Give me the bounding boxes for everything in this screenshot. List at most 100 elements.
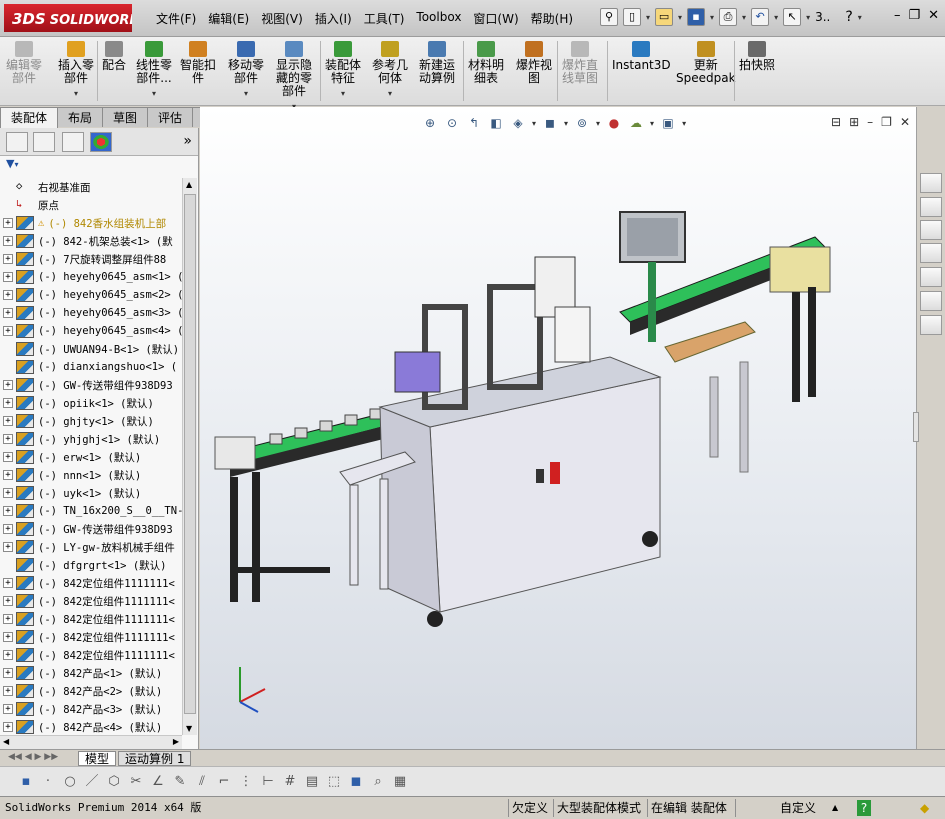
command-mate[interactable]: 配合 bbox=[102, 41, 126, 72]
print-icon[interactable]: ⎙ bbox=[719, 8, 738, 26]
expand-toggle-icon[interactable]: + bbox=[3, 506, 13, 516]
help-button[interactable]: ? bbox=[845, 9, 852, 25]
chevron-down-icon[interactable]: ▾ bbox=[372, 87, 408, 100]
command-tab[interactable]: 装配体 bbox=[0, 107, 59, 128]
pin-icon[interactable]: ⚲ bbox=[600, 8, 618, 26]
command-smart-fastener[interactable]: 智能扣 件 bbox=[180, 41, 216, 85]
tree-item[interactable]: + (-) 842定位组件1111111< bbox=[0, 646, 182, 664]
tree-item[interactable]: + (-) GW-传送带组件938D93 bbox=[0, 376, 182, 394]
tab-model[interactable]: 模型 bbox=[78, 751, 117, 766]
scroll-left-icon[interactable]: ◀ bbox=[3, 737, 9, 746]
expand-toggle-icon[interactable]: + bbox=[3, 686, 13, 696]
command-edit-component[interactable]: 编辑零 部件 bbox=[6, 41, 42, 85]
tree-item[interactable]: + (-) LY-gw-放料机械手组件 bbox=[0, 538, 182, 556]
property-manager-tab-icon[interactable] bbox=[33, 132, 55, 152]
undo-icon[interactable]: ↶ bbox=[751, 8, 770, 26]
trim-icon[interactable]: ✂ bbox=[128, 774, 144, 790]
cabinet-door-handle[interactable] bbox=[550, 462, 560, 484]
tree-item[interactable]: + (-) ghjty<1> (默认) bbox=[0, 412, 182, 430]
menu-item[interactable]: 插入(I) bbox=[309, 10, 358, 27]
tree-item[interactable]: + (-) erw<1> (默认) bbox=[0, 448, 182, 466]
offset-icon[interactable]: ⫽ bbox=[194, 774, 210, 790]
tree-item[interactable]: + (-) 7尺旋转调整屏组件88 bbox=[0, 250, 182, 268]
expand-toggle-icon[interactable]: + bbox=[3, 704, 13, 714]
expand-toggle-icon[interactable]: + bbox=[3, 668, 13, 678]
graphics-area[interactable]: ⊕ ⊙ ↰ ◧ ◈ ▾ ◼ ▾ ⊚ ▾ ● ☁ ▾ ▣ ▾ ⊟ ⊞ – ❐ ✕ bbox=[200, 107, 916, 749]
display-manager-tab-icon[interactable] bbox=[90, 132, 112, 152]
mirror-icon[interactable]: ⋮ bbox=[238, 774, 254, 790]
tree-item[interactable]: + (-) 842定位组件1111111< bbox=[0, 574, 182, 592]
chevron-down-icon[interactable]: ▾ bbox=[742, 13, 746, 22]
large-assembly-mode[interactable]: 大型装配体模式 bbox=[557, 799, 641, 817]
tree-item[interactable]: + (-) uyk<1> (默认) bbox=[0, 484, 182, 502]
chevron-down-icon[interactable]: ▾ bbox=[806, 13, 810, 22]
expand-toggle-icon[interactable]: + bbox=[3, 218, 13, 228]
tree-item[interactable]: + (-) opiik<1> (默认) bbox=[0, 394, 182, 412]
expand-toggle-icon[interactable]: + bbox=[3, 722, 13, 732]
pattern-icon[interactable]: ▤ bbox=[304, 774, 320, 790]
chevron-down-icon[interactable]: ▾ bbox=[325, 87, 361, 100]
tree-item[interactable]: + (-) 842定位组件1111111< bbox=[0, 592, 182, 610]
tree-item[interactable]: + (-) 842产品<4> (默认) bbox=[0, 718, 182, 735]
expand-panel-icon[interactable]: » bbox=[183, 133, 192, 149]
command-tab[interactable]: 评估 bbox=[147, 107, 194, 127]
restore-icon[interactable]: ❐ bbox=[908, 8, 920, 23]
menu-item[interactable]: 帮助(H) bbox=[525, 10, 579, 27]
tree-item[interactable]: + (-) nnn<1> (默认) bbox=[0, 466, 182, 484]
expand-toggle-icon[interactable]: + bbox=[3, 578, 13, 588]
expand-toggle-icon[interactable]: + bbox=[3, 236, 13, 246]
menu-item[interactable]: Toolbox bbox=[410, 10, 467, 27]
tab-scroll-icon[interactable]: ◀◀ ◀ ▶ ▶▶ bbox=[8, 752, 58, 762]
tree-item[interactable]: + (-) heyehy0645_asm<4> ( bbox=[0, 322, 182, 340]
tree-item[interactable]: + ⚠ (-) 842香水组装机上部 bbox=[0, 214, 182, 232]
solidworks-resources-icon[interactable] bbox=[920, 173, 942, 193]
tree-vertical-scrollbar[interactable]: ▲ ▼ bbox=[182, 178, 197, 735]
line-icon[interactable]: ／ bbox=[84, 774, 100, 790]
appearances-icon[interactable] bbox=[920, 291, 942, 311]
panel-splitter[interactable] bbox=[913, 412, 919, 442]
expand-toggle-icon[interactable]: + bbox=[3, 524, 13, 534]
scroll-thumb[interactable] bbox=[184, 194, 196, 714]
grid-icon[interactable]: # bbox=[282, 774, 298, 790]
solidworks-logo[interactable]: 3DSSOLIDWORKS bbox=[4, 4, 132, 32]
expand-toggle-icon[interactable]: + bbox=[3, 488, 13, 498]
chevron-up-icon[interactable]: ▲ bbox=[832, 799, 838, 817]
cube-wireframe-icon[interactable]: ⬚ bbox=[326, 774, 342, 790]
expand-toggle-icon[interactable]: + bbox=[3, 542, 13, 552]
units-selector[interactable]: 自定义 bbox=[780, 799, 816, 817]
command-show-hidden[interactable]: 显示隐 藏的零 部件▾ bbox=[276, 41, 312, 113]
expand-toggle-icon[interactable]: + bbox=[3, 416, 13, 426]
tree-item[interactable]: + (-) 842-机架总装<1> (默 bbox=[0, 232, 182, 250]
tree-item[interactable]: + (-) 842产品<1> (默认) bbox=[0, 664, 182, 682]
tree-item[interactable]: (-) UWUAN94-B<1> (默认) bbox=[0, 340, 182, 358]
tree-item[interactable]: + (-) 842定位组件1111111< bbox=[0, 610, 182, 628]
command-tab[interactable]: 草图 bbox=[102, 107, 149, 127]
tree-item[interactable]: (-) dfgrgrt<1> (默认) bbox=[0, 556, 182, 574]
tree-item[interactable]: + (-) heyehy0645_asm<1> ( bbox=[0, 268, 182, 286]
tag-icon[interactable]: ◆ bbox=[920, 799, 929, 817]
chevron-down-icon[interactable]: ▾ bbox=[136, 87, 172, 100]
tree-item[interactable]: + (-) 842产品<3> (默认) bbox=[0, 700, 182, 718]
expand-toggle-icon[interactable]: + bbox=[3, 254, 13, 264]
menu-item[interactable]: 工具(T) bbox=[358, 10, 411, 27]
chevron-down-icon[interactable]: ▾ bbox=[678, 13, 682, 22]
tree-item[interactable]: + (-) heyehy0645_asm<3> ( bbox=[0, 304, 182, 322]
command-explode-line[interactable]: 爆炸直 线草图 bbox=[562, 41, 598, 85]
point-icon[interactable]: · bbox=[40, 774, 56, 790]
tree-item[interactable]: + (-) yhjghj<1> (默认) bbox=[0, 430, 182, 448]
tree-item[interactable]: + (-) GW-传送带组件938D93 bbox=[0, 520, 182, 538]
tree-item[interactable]: + (-) 842产品<2> (默认) bbox=[0, 682, 182, 700]
command-insert-component[interactable]: 插入零 部件 ▾ bbox=[58, 41, 94, 100]
chevron-down-icon[interactable]: ▾ bbox=[228, 87, 264, 100]
expand-toggle-icon[interactable]: + bbox=[3, 470, 13, 480]
custom-properties-icon[interactable] bbox=[920, 315, 942, 335]
expand-toggle-icon[interactable]: + bbox=[3, 326, 13, 336]
file-explorer-icon[interactable] bbox=[920, 243, 942, 263]
tree-item[interactable]: + (-) 842定位组件1111111< bbox=[0, 628, 182, 646]
tree-item[interactable]: + (-) heyehy0645_asm<2> ( bbox=[0, 286, 182, 304]
magnifier-icon[interactable]: ⌕ bbox=[370, 774, 386, 790]
tree-item[interactable]: + (-) TN_16x200_S__0__TN- bbox=[0, 502, 182, 520]
chevron-down-icon[interactable]: ▾ bbox=[858, 13, 862, 22]
command-tab[interactable]: 布局 bbox=[57, 107, 104, 127]
command-assembly-feature[interactable]: 装配体 特征 ▾ bbox=[325, 41, 361, 100]
